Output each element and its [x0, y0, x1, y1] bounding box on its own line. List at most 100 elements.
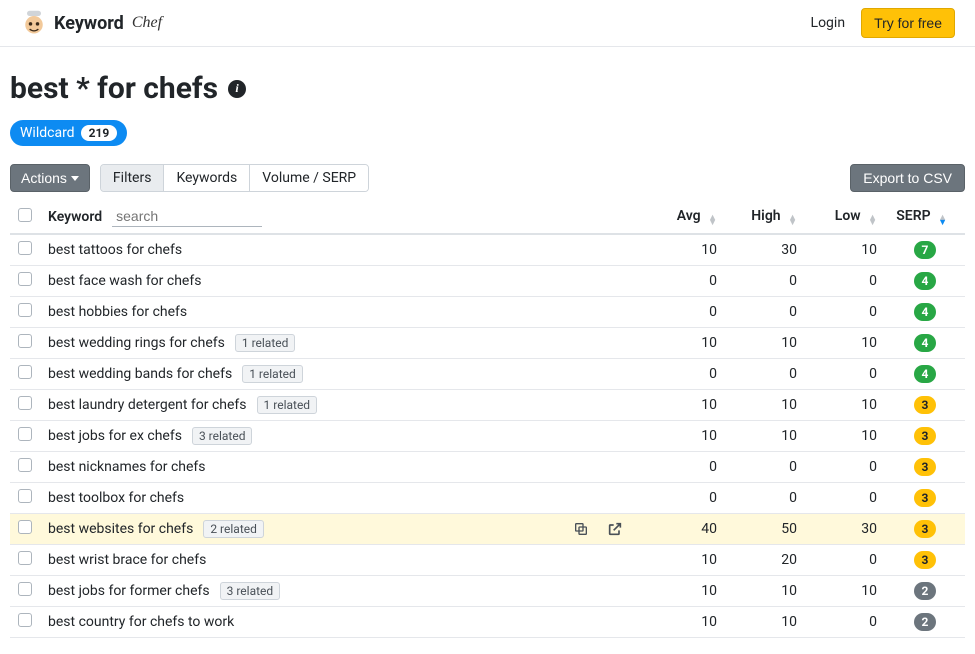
high-value: 0 [725, 483, 805, 514]
serp-badge[interactable]: 2 [914, 613, 936, 631]
related-badge[interactable]: 3 related [192, 427, 253, 445]
sort-icon: ▲▼ [868, 216, 877, 226]
serp-badge[interactable]: 3 [914, 396, 936, 414]
serp-badge[interactable]: 4 [914, 334, 936, 352]
row-checkbox[interactable] [18, 582, 32, 596]
low-value: 10 [805, 421, 885, 452]
info-icon[interactable]: i [228, 80, 246, 98]
row-checkbox[interactable] [18, 303, 32, 317]
low-value: 30 [805, 514, 885, 545]
wildcard-count: 219 [81, 125, 118, 141]
low-value: 0 [805, 607, 885, 638]
serp-badge[interactable]: 3 [914, 427, 936, 445]
table-row[interactable]: best wedding rings for chefs1 related101… [10, 328, 965, 359]
actions-label: Actions [21, 170, 67, 186]
row-checkbox[interactable] [18, 613, 32, 627]
low-value: 10 [805, 390, 885, 421]
serp-badge[interactable]: 3 [914, 489, 936, 507]
tab-filters[interactable]: Filters [101, 165, 165, 191]
table-row[interactable]: best nicknames for chefs0003 [10, 452, 965, 483]
avg-header[interactable]: Avg ▲▼ [645, 200, 725, 234]
keyword-text: best wrist brace for chefs [48, 552, 206, 568]
main-content: best * for chefs i Wildcard 219 Actions … [0, 47, 975, 654]
keyword-header[interactable]: Keyword [40, 200, 565, 234]
low-value: 0 [805, 452, 885, 483]
keyword-text: best wedding bands for chefs [48, 366, 232, 382]
related-badge[interactable]: 1 related [257, 396, 318, 414]
icons-header [565, 200, 645, 234]
serp-badge[interactable]: 2 [914, 582, 936, 600]
row-checkbox[interactable] [18, 272, 32, 286]
login-link[interactable]: Login [811, 15, 846, 31]
keyword-text: best country for chefs to work [48, 614, 234, 630]
keyword-search-input[interactable] [112, 206, 262, 227]
low-header[interactable]: Low ▲▼ [805, 200, 885, 234]
row-checkbox[interactable] [18, 427, 32, 441]
row-checkbox[interactable] [18, 551, 32, 565]
high-header[interactable]: High ▲▼ [725, 200, 805, 234]
table-row[interactable]: best country for chefs to work101002 [10, 607, 965, 638]
app-header: Keyword Chef Login Try for free [0, 0, 975, 47]
related-badge[interactable]: 1 related [242, 365, 303, 383]
row-checkbox[interactable] [18, 241, 32, 255]
row-checkbox[interactable] [18, 458, 32, 472]
table-row[interactable]: best tattoos for chefs1030107 [10, 234, 965, 266]
keyword-text: best laundry detergent for chefs [48, 397, 247, 413]
keyword-text: best toolbox for chefs [48, 490, 184, 506]
table-row[interactable]: best wrist brace for chefs102003 [10, 545, 965, 576]
row-checkbox[interactable] [18, 334, 32, 348]
high-value: 50 [725, 514, 805, 545]
serp-badge[interactable]: 3 [914, 458, 936, 476]
serp-badge[interactable]: 3 [914, 520, 936, 538]
high-value: 10 [725, 607, 805, 638]
high-value: 0 [725, 359, 805, 390]
keyword-table: Keyword Avg ▲▼ High ▲▼ Low ▲▼ [10, 200, 965, 638]
row-checkbox[interactable] [18, 489, 32, 503]
tab-group: Filters Keywords Volume / SERP [100, 164, 369, 192]
wildcard-label: Wildcard [20, 125, 75, 141]
row-checkbox[interactable] [18, 396, 32, 410]
serp-badge[interactable]: 7 [914, 241, 936, 259]
avg-value: 40 [645, 514, 725, 545]
export-csv-button[interactable]: Export to CSV [850, 164, 965, 192]
tab-keywords[interactable]: Keywords [164, 165, 250, 191]
select-all-header [10, 200, 40, 234]
tab-volume-serp[interactable]: Volume / SERP [250, 165, 368, 191]
table-row[interactable]: best wedding bands for chefs1 related000… [10, 359, 965, 390]
table-row[interactable]: best websites for chefs2 related4050303 [10, 514, 965, 545]
copy-icon[interactable] [573, 521, 589, 537]
serp-badge[interactable]: 4 [914, 303, 936, 321]
brand-name-main: Keyword [54, 13, 124, 34]
keyword-text: best tattoos for chefs [48, 242, 182, 258]
table-row[interactable]: best toolbox for chefs0003 [10, 483, 965, 514]
avg-value: 10 [645, 421, 725, 452]
keyword-header-label: Keyword [48, 209, 102, 225]
table-row[interactable]: best face wash for chefs0004 [10, 266, 965, 297]
high-value: 20 [725, 545, 805, 576]
serp-badge[interactable]: 3 [914, 551, 936, 569]
serp-badge[interactable]: 4 [914, 365, 936, 383]
brand-name-sub: Chef [132, 14, 162, 32]
toolbar-left: Actions Filters Keywords Volume / SERP [10, 164, 369, 192]
select-all-checkbox[interactable] [18, 208, 32, 222]
related-badge[interactable]: 1 related [235, 334, 296, 352]
low-value: 0 [805, 266, 885, 297]
wildcard-pill[interactable]: Wildcard 219 [10, 120, 127, 146]
chevron-down-icon [71, 176, 79, 181]
actions-dropdown-button[interactable]: Actions [10, 164, 90, 192]
low-value: 10 [805, 328, 885, 359]
table-row[interactable]: best hobbies for chefs0004 [10, 297, 965, 328]
related-badge[interactable]: 3 related [220, 582, 281, 600]
try-free-button[interactable]: Try for free [861, 8, 955, 38]
table-row[interactable]: best jobs for ex chefs3 related1010103 [10, 421, 965, 452]
table-row[interactable]: best laundry detergent for chefs 1 relate… [10, 390, 965, 421]
brand-logo[interactable]: Keyword Chef [20, 9, 162, 37]
serp-header[interactable]: SERP ▲▼ [885, 200, 965, 234]
related-badge[interactable]: 2 related [203, 520, 264, 538]
row-checkbox[interactable] [18, 520, 32, 534]
external-link-icon[interactable] [607, 521, 623, 537]
serp-badge[interactable]: 4 [914, 272, 936, 290]
row-checkbox[interactable] [18, 365, 32, 379]
chef-logo-icon [20, 9, 48, 37]
avg-value: 10 [645, 328, 725, 359]
